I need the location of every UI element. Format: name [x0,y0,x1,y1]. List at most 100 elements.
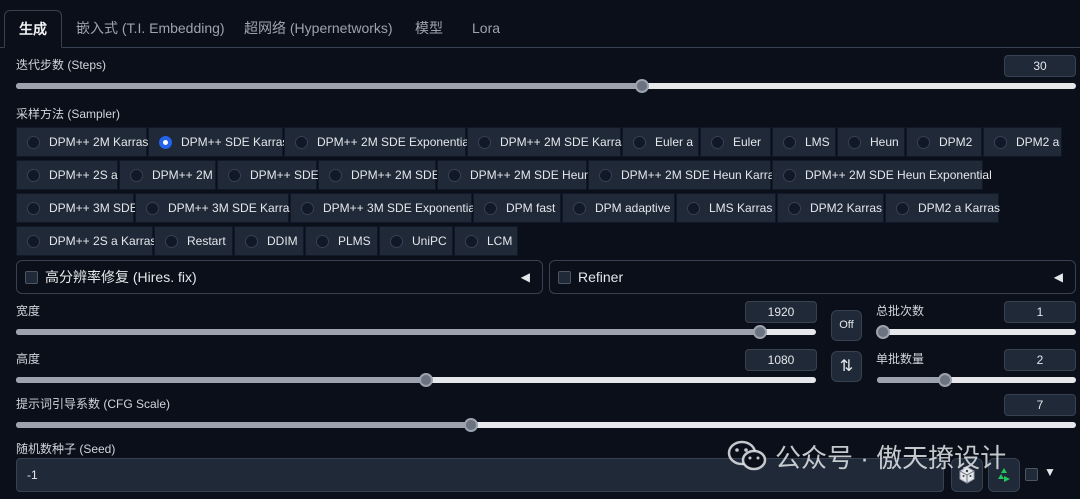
radio-dot-icon [448,169,461,182]
sampler-option[interactable]: DPM2 a Karras [885,193,1000,223]
steps-slider[interactable] [16,79,1076,93]
refiner-checkbox[interactable] [558,271,571,284]
sampler-option[interactable]: DPM++ 2M SDE Heun Karras [588,160,780,190]
tab-generate[interactable]: 生成 [4,10,62,48]
steps-slider-fill [16,83,642,89]
radio-dot-icon [573,202,586,215]
batch-size-slider-thumb[interactable] [938,373,952,387]
hires-fix-checkbox[interactable] [25,271,38,284]
cfg-scale-number-input[interactable]: 7 [1004,394,1076,416]
sampler-option-selected[interactable]: DPM++ SDE Karras [148,127,288,157]
sampler-option[interactable]: DPM2 a [983,127,1062,157]
width-slider-thumb[interactable] [753,325,767,339]
chevron-down-icon[interactable]: ▼ [1044,465,1056,479]
height-slider-thumb[interactable] [419,373,433,387]
steps-number-input[interactable]: 30 [1004,55,1076,77]
extra-seed-checkbox[interactable] [1025,468,1038,481]
sampler-option-label: DPM++ 2M Karras [49,135,149,149]
width-slider[interactable] [16,325,816,339]
sampler-option[interactable]: Heun [837,127,905,157]
radio-dot-icon [159,136,172,149]
batch-count-number-input[interactable]: 1 [1004,301,1076,323]
radio-dot-icon [599,169,612,182]
sampler-option[interactable]: DPM++ SDE [217,160,319,190]
sampler-option[interactable]: Euler [700,127,771,157]
steps-slider-thumb[interactable] [635,79,649,93]
sampler-option[interactable]: DPM++ 2M [119,160,216,190]
batch-size-slider-fill [877,377,945,383]
radio-dot-icon [245,235,258,248]
cfg-scale-slider[interactable] [16,418,1076,432]
sampler-option[interactable]: Euler a [622,127,699,157]
sampler-option-label: PLMS [338,234,371,248]
batch-size-number-input[interactable]: 2 [1004,349,1076,371]
height-slider-fill [16,377,426,383]
sampler-option[interactable]: DPM++ 3M SDE Karras [135,193,295,223]
radio-dot-icon [295,136,308,149]
sampler-option[interactable]: DPM adaptive [562,193,675,223]
sampler-option[interactable]: DPM2 Karras [777,193,884,223]
sampler-option[interactable]: Restart [154,226,233,256]
sampler-option[interactable]: DPM++ 2M SDE Exponential [284,127,472,157]
sampler-option[interactable]: DPM++ 2S a [16,160,118,190]
height-number-input[interactable]: 1080 [745,349,817,371]
tab-models[interactable]: 模型 [401,10,457,48]
height-slider[interactable] [16,373,816,387]
refiner-accordion[interactable]: Refiner ◀ [549,260,1076,294]
batch-count-slider-thumb[interactable] [876,325,890,339]
width-number-input[interactable]: 1920 [745,301,817,323]
hires-fix-accordion[interactable]: 高分辨率修复 (Hires. fix) ◀ [16,260,543,294]
sampler-option[interactable]: DPM++ 3M SDE Exponential [290,193,478,223]
sampler-option[interactable]: DPM++ 2M SDE Heun [437,160,591,190]
sampler-option[interactable]: DPM++ 3M SDE [16,193,138,223]
sampler-option[interactable]: LMS Karras [676,193,776,223]
sampler-option-label: DPM2 Karras [810,201,883,215]
collapse-arrow-icon[interactable]: ◀ [1054,261,1063,293]
sampler-option[interactable]: DDIM [234,226,304,256]
sampler-option-label: DPM2 [939,135,973,149]
sampler-option[interactable]: DPM fast [473,193,561,223]
sampler-option-label: UniPC [412,234,447,248]
radio-dot-icon [633,136,646,149]
sampler-option[interactable]: DPM++ 2M Karras [16,127,149,157]
sampler-option-label: DPM fast [506,201,556,215]
sampler-option-label: Restart [187,234,226,248]
swap-dimensions-button[interactable]: ⇅ [831,351,862,382]
sampler-option[interactable]: PLMS [305,226,378,256]
sampler-option-label: DPM++ 2M SDE Heun Karras [621,168,781,182]
radio-dot-icon [465,235,478,248]
sampler-option[interactable]: DPM++ 2M SDE [318,160,440,190]
radio-dot-icon [228,169,241,182]
cfg-scale-slider-thumb[interactable] [464,418,478,432]
watermark: 公众号 · 傲天撩设计 [727,438,1006,474]
sampler-option-label: DPM++ 2S a [49,168,118,182]
radio-dot-icon [130,169,143,182]
sampler-option-label: DPM++ 2M SDE Exponential [317,135,472,149]
radio-dot-icon [788,202,801,215]
sampler-option[interactable]: LCM [454,226,518,256]
sampler-option-label: Heun [870,135,899,149]
off-button[interactable]: Off [831,310,862,341]
sampler-option[interactable]: UniPC [379,226,453,256]
sampler-option[interactable]: DPM++ 2S a Karras [16,226,156,256]
sampler-option-label: DPM adaptive [595,201,671,215]
batch-size-slider[interactable] [877,373,1076,387]
sampler-option-label: Euler [733,135,762,149]
tab-hypernetworks[interactable]: 超网络 (Hypernetworks) [230,10,407,48]
sampler-option[interactable]: DPM++ 2M SDE Heun Exponential [772,160,992,190]
sampler-option[interactable]: LMS [772,127,836,157]
radio-dot-icon [316,235,329,248]
collapse-arrow-icon[interactable]: ◀ [521,261,530,293]
radio-dot-icon [146,202,159,215]
sampler-option[interactable]: DPM++ 2M SDE Karras [467,127,627,157]
tab-embedding[interactable]: 嵌入式 (T.I. Embedding) [62,10,239,48]
batch-count-slider[interactable] [876,325,1076,339]
sampler-option-label: DPM++ 2M SDE [351,168,440,182]
sampler-option[interactable]: DPM2 [906,127,982,157]
sampler-option-label: DPM++ 3M SDE [49,201,138,215]
radio-dot-icon [27,202,40,215]
radio-dot-icon [27,235,40,248]
radio-dot-icon [390,235,403,248]
sampler-option-label: DPM++ 2M SDE Heun [470,168,591,182]
tab-lora[interactable]: Lora [458,10,514,48]
